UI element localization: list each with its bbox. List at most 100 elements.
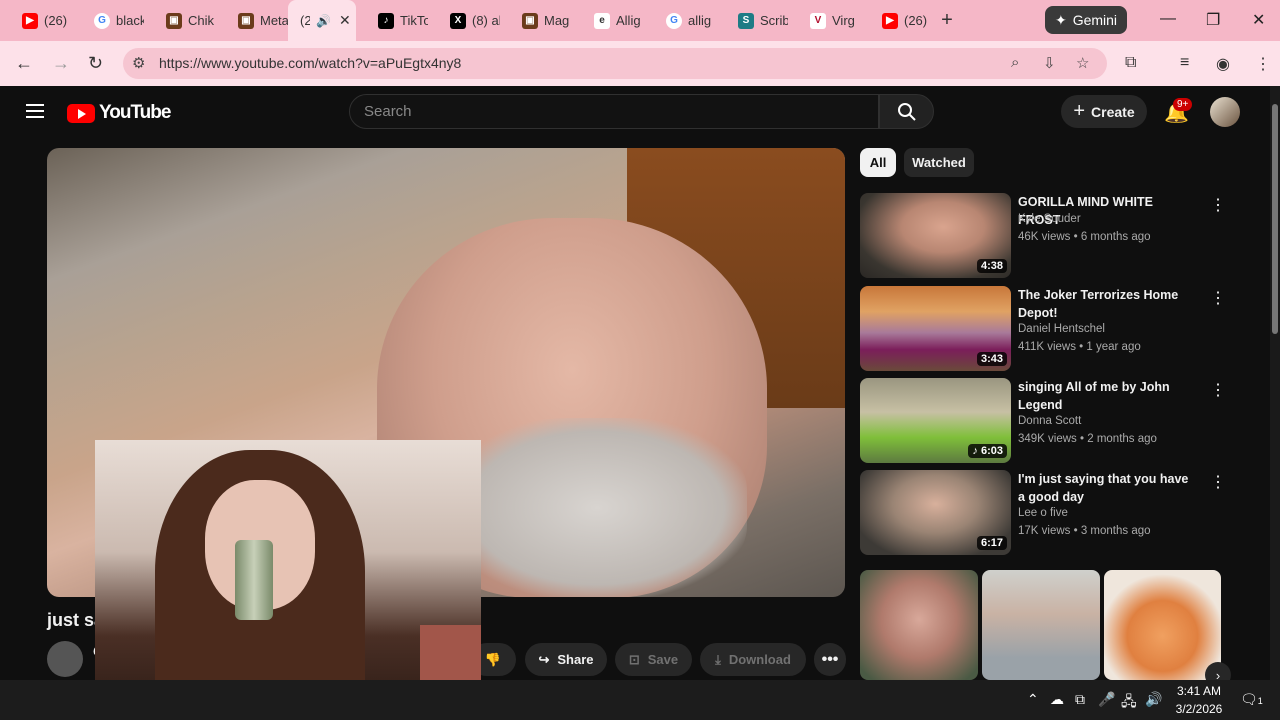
extensions-icon[interactable]: ⧉: [1125, 54, 1136, 72]
recommended-title[interactable]: singing All of me by John Legend: [1018, 378, 1198, 414]
duration-badge: 3:43: [976, 352, 1007, 366]
browser-tab[interactable]: ♪ TikTo: [356, 0, 428, 41]
browser-tab[interactable]: ▶ (26): [0, 0, 72, 41]
onedrive-icon[interactable]: ☁: [1050, 691, 1064, 708]
short-thumbnail[interactable]: [1104, 570, 1221, 680]
meet-now-icon[interactable]: ⧉: [1075, 691, 1085, 708]
youtube-play-icon: [67, 103, 95, 123]
video-thumbnail[interactable]: 6:17: [860, 470, 1011, 555]
plus-icon: +: [1073, 100, 1086, 122]
reload-icon[interactable]: ↻: [88, 53, 103, 74]
search-icon: [897, 102, 916, 121]
more-vert-icon[interactable]: ⋮: [1210, 288, 1226, 308]
bookmark-star-icon[interactable]: ☆: [1076, 54, 1089, 72]
restore-icon[interactable]: ❐: [1206, 10, 1220, 30]
recommended-meta: 411K views • 1 year ago: [1018, 341, 1141, 353]
new-tab-button[interactable]: +: [932, 9, 962, 32]
bookmark-icon: ▣: [522, 12, 538, 29]
menu-icon[interactable]: ⋮: [1255, 54, 1271, 74]
notification-center-icon[interactable]: 🗨1: [1240, 691, 1263, 708]
short-thumbnail[interactable]: [860, 570, 978, 680]
minimize-icon[interactable]: —: [1160, 10, 1176, 28]
scrollbar-thumb[interactable]: [1272, 104, 1278, 334]
recommended-meta: 17K views • 3 months ago: [1018, 525, 1151, 537]
forward-icon[interactable]: →: [52, 53, 70, 74]
recommended-meta: 46K views • 6 months ago: [1018, 231, 1151, 243]
tiktok-icon: ♪: [378, 12, 394, 29]
recommended-channel[interactable]: Kyle Souder: [1018, 213, 1081, 225]
youtube-icon: ▶: [22, 12, 38, 29]
windows-taskbar: [0, 680, 1280, 720]
gemini-button[interactable]: ✦ Gemini: [1045, 6, 1127, 34]
omnibox[interactable]: ⚙ https://www.youtube.com/watch?v=aPuEgt…: [123, 48, 1107, 79]
x-icon: X: [450, 12, 466, 29]
search-input[interactable]: [350, 95, 878, 128]
install-icon[interactable]: ⇩: [1043, 54, 1056, 72]
video-thumbnail[interactable]: 3:43: [860, 286, 1011, 371]
create-button[interactable]: + Create: [1061, 95, 1147, 128]
duration-badge: ♪ 6:03: [968, 444, 1007, 458]
share-button[interactable]: ↪ Share: [525, 643, 607, 676]
menu-hamburger-icon[interactable]: [26, 104, 44, 118]
browser-tab[interactable]: ▣ Mag: [500, 0, 572, 41]
search-box[interactable]: [349, 94, 879, 129]
close-tab-icon[interactable]: ✕: [339, 12, 351, 29]
microphone-icon[interactable]: 🎤: [1098, 691, 1115, 708]
recommended-channel[interactable]: Lee o five: [1018, 507, 1068, 519]
thumbs-down-icon: 👎: [484, 651, 502, 667]
network-icon[interactable]: 🖧: [1121, 691, 1137, 715]
recommended-video[interactable]: 3:43 The Joker Terrorizes Home Depot! Da…: [860, 286, 1240, 372]
video-thumbnail[interactable]: 4:38: [860, 193, 1011, 278]
profile-icon[interactable]: ◉: [1216, 54, 1230, 74]
volume-icon[interactable]: 🔊: [1145, 691, 1162, 708]
video-frame-beard: [447, 418, 747, 597]
download-button[interactable]: ⤓ Download: [700, 643, 806, 676]
browser-tab[interactable]: ▣ Meta: [216, 0, 288, 41]
browser-tab[interactable]: e Allig: [572, 0, 644, 41]
back-icon[interactable]: ←: [15, 53, 33, 74]
recommended-video[interactable]: 4:38 GORILLA MIND WHITE FROST Kyle Soude…: [860, 193, 1240, 279]
download-icon: ⤓: [715, 651, 721, 667]
browser-tab[interactable]: S Scrib: [716, 0, 788, 41]
recommended-channel[interactable]: Donna Scott: [1018, 415, 1081, 427]
recommended-title[interactable]: The Joker Terrorizes Home Depot!: [1018, 286, 1198, 322]
save-button[interactable]: ⊡ Save: [615, 643, 692, 676]
video-thumbnail[interactable]: ♪ 6:03: [860, 378, 1011, 463]
youtube-logo[interactable]: YouTube: [67, 102, 171, 124]
more-vert-icon[interactable]: ⋮: [1210, 472, 1226, 492]
short-thumbnail[interactable]: [982, 570, 1100, 680]
media-control-icon[interactable]: ≡: [1180, 54, 1189, 72]
chip-watched[interactable]: Watched: [904, 148, 974, 177]
browser-tab[interactable]: ▣ Chik: [144, 0, 216, 41]
chip-all[interactable]: All: [860, 148, 896, 177]
browser-tab[interactable]: V Virg: [788, 0, 860, 41]
webcam-box: [420, 625, 481, 685]
recommended-title[interactable]: I'm just saying that you have a good day: [1018, 470, 1198, 506]
scribd-icon: S: [738, 12, 754, 29]
youtube-icon: ▶: [882, 12, 898, 29]
chevron-up-icon[interactable]: ⌃: [1027, 691, 1039, 708]
search-button[interactable]: [879, 94, 934, 129]
browser-tab[interactable]: ▶ (26): [860, 0, 932, 41]
page-scrollbar[interactable]: [1270, 86, 1280, 680]
more-actions-button[interactable]: •••: [814, 643, 846, 676]
more-vert-icon[interactable]: ⋮: [1210, 380, 1226, 400]
speaker-icon[interactable]: 🔊: [316, 14, 331, 28]
recommended-channel[interactable]: Daniel Hentschel: [1018, 323, 1105, 335]
browser-tab[interactable]: Gallig: [644, 0, 716, 41]
system-clock[interactable]: 3:41 AM 3/2/2026: [1168, 682, 1230, 718]
site-info-icon[interactable]: ⚙: [132, 54, 145, 72]
browser-tab[interactable]: Gblack: [72, 0, 144, 41]
browser-tab[interactable]: X (8) al: [428, 0, 500, 41]
recommended-video[interactable]: ♪ 6:03 singing All of me by John Legend …: [860, 378, 1240, 464]
channel-avatar[interactable]: [47, 641, 83, 677]
zoom-icon[interactable]: ⌕: [1011, 54, 1019, 71]
browser-tab-active[interactable]: (2 🔊 ✕: [288, 0, 356, 41]
more-vert-icon[interactable]: ⋮: [1210, 195, 1226, 215]
webcam-overlay: [95, 440, 481, 720]
google-icon: G: [94, 12, 110, 29]
close-window-icon[interactable]: ✕: [1252, 10, 1265, 30]
url-text[interactable]: https://www.youtube.com/watch?v=aPuEgtx4…: [159, 55, 461, 71]
recommended-video[interactable]: 6:17 I'm just saying that you have a goo…: [860, 470, 1240, 556]
account-avatar[interactable]: [1210, 97, 1240, 127]
